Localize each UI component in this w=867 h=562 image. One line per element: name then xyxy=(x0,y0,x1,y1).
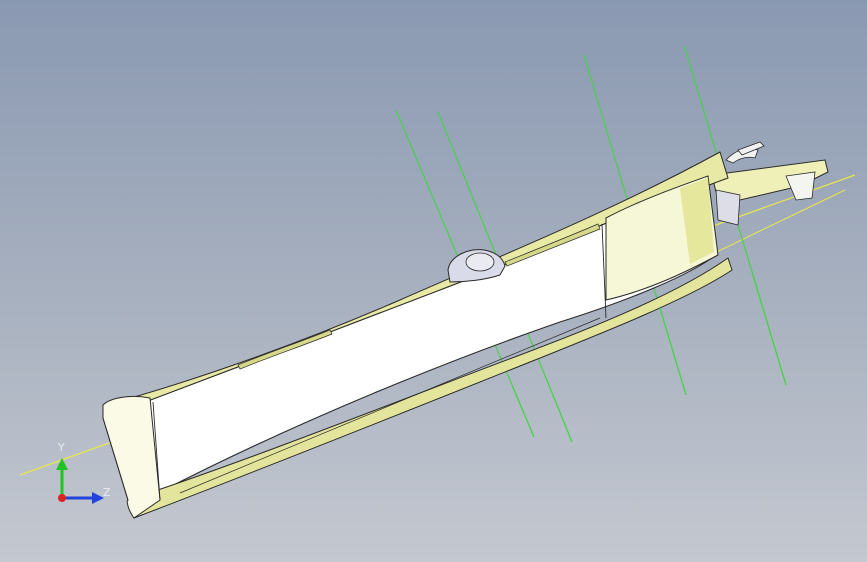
construction-axis-1-front xyxy=(511,384,535,438)
axis-triad xyxy=(56,458,104,504)
construction-axis-4-front xyxy=(751,271,787,386)
triad-z-label: Z xyxy=(103,486,111,499)
mounting-bracket[interactable] xyxy=(711,141,829,226)
triad-y-label: Y xyxy=(58,441,65,454)
triad-x-axis-dot xyxy=(58,494,66,502)
triad-y-arrow xyxy=(56,458,68,470)
construction-axis-3-front xyxy=(659,307,687,396)
construction-axis-2-front xyxy=(545,377,573,443)
cad-3d-viewport[interactable]: Y Z xyxy=(0,0,867,562)
cad-model-scene[interactable] xyxy=(0,0,867,562)
handle-left-cap[interactable] xyxy=(102,395,161,519)
